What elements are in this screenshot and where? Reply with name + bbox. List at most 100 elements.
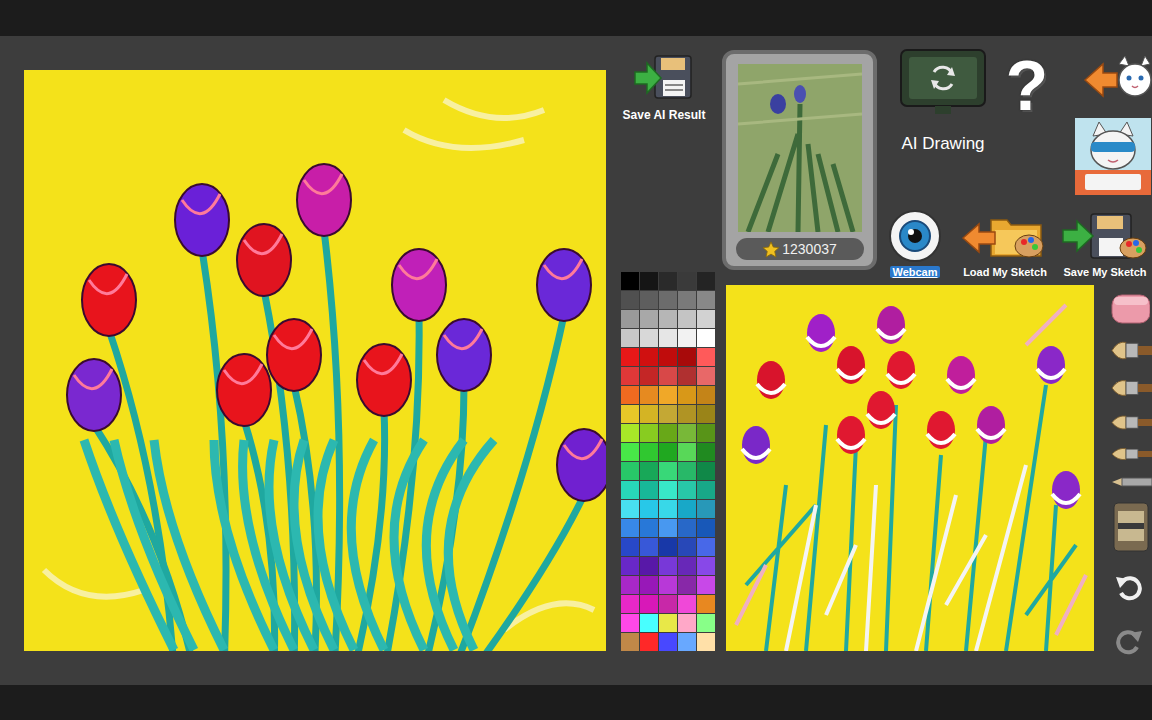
color-swatch[interactable] — [678, 424, 696, 442]
color-swatch[interactable] — [659, 443, 677, 461]
color-swatch[interactable] — [659, 367, 677, 385]
color-swatch[interactable] — [678, 500, 696, 518]
color-swatch[interactable] — [678, 595, 696, 613]
color-swatch[interactable] — [640, 633, 658, 651]
color-swatch[interactable] — [697, 405, 715, 423]
tube-tool[interactable] — [1110, 501, 1150, 553]
color-swatch[interactable] — [621, 291, 639, 309]
color-swatch[interactable] — [697, 367, 715, 385]
color-swatch[interactable] — [621, 557, 639, 575]
webcam-button[interactable]: Webcam — [885, 208, 945, 278]
color-swatch[interactable] — [640, 519, 658, 537]
color-swatch[interactable] — [697, 595, 715, 613]
color-swatch[interactable] — [697, 443, 715, 461]
color-swatch[interactable] — [640, 538, 658, 556]
color-swatch[interactable] — [621, 519, 639, 537]
color-swatch[interactable] — [678, 386, 696, 404]
color-swatch[interactable] — [621, 538, 639, 556]
color-swatch[interactable] — [621, 386, 639, 404]
color-swatch[interactable] — [659, 557, 677, 575]
color-swatch[interactable] — [621, 481, 639, 499]
color-swatch[interactable] — [659, 576, 677, 594]
color-swatch[interactable] — [659, 481, 677, 499]
color-swatch[interactable] — [640, 462, 658, 480]
color-swatch[interactable] — [659, 633, 677, 651]
color-swatch[interactable] — [659, 386, 677, 404]
color-swatch[interactable] — [640, 272, 658, 290]
color-swatch[interactable] — [640, 291, 658, 309]
save-ai-result-button[interactable]: Save AI Result — [612, 48, 716, 122]
help-button[interactable]: ? — [999, 48, 1055, 206]
color-swatch[interactable] — [621, 614, 639, 632]
color-swatch[interactable] — [640, 557, 658, 575]
color-swatch[interactable] — [697, 576, 715, 594]
color-swatch[interactable] — [697, 538, 715, 556]
color-swatch[interactable] — [659, 348, 677, 366]
color-swatch[interactable] — [659, 310, 677, 328]
color-swatch[interactable] — [697, 310, 715, 328]
load-button[interactable]: Load My Sketch — [957, 208, 1053, 278]
color-swatch[interactable] — [640, 500, 658, 518]
color-swatch[interactable] — [678, 557, 696, 575]
color-swatch[interactable] — [697, 500, 715, 518]
color-swatch[interactable] — [640, 367, 658, 385]
color-swatch[interactable] — [697, 291, 715, 309]
color-swatch[interactable] — [678, 329, 696, 347]
color-swatch[interactable] — [640, 386, 658, 404]
color-swatch[interactable] — [678, 348, 696, 366]
color-swatch[interactable] — [678, 367, 696, 385]
color-swatch[interactable] — [621, 500, 639, 518]
color-swatch[interactable] — [678, 443, 696, 461]
color-swatch[interactable] — [621, 405, 639, 423]
color-swatch[interactable] — [678, 614, 696, 632]
color-swatch[interactable] — [640, 481, 658, 499]
color-swatch[interactable] — [678, 310, 696, 328]
color-swatch[interactable] — [659, 519, 677, 537]
pen-tool[interactable] — [1110, 475, 1152, 489]
color-swatch[interactable] — [659, 329, 677, 347]
color-swatch[interactable] — [697, 557, 715, 575]
color-swatch[interactable] — [697, 386, 715, 404]
color-swatch[interactable] — [659, 500, 677, 518]
color-swatch[interactable] — [678, 272, 696, 290]
color-swatch[interactable] — [621, 576, 639, 594]
color-swatch[interactable] — [659, 424, 677, 442]
color-swatch[interactable] — [640, 405, 658, 423]
color-swatch[interactable] — [640, 576, 658, 594]
color-swatch[interactable] — [640, 614, 658, 632]
color-swatch[interactable] — [659, 595, 677, 613]
color-swatch[interactable] — [697, 614, 715, 632]
color-swatch[interactable] — [621, 424, 639, 442]
redo-tool[interactable] — [1114, 627, 1144, 655]
color-swatch[interactable] — [659, 291, 677, 309]
color-swatch[interactable] — [697, 348, 715, 366]
color-swatch[interactable] — [678, 538, 696, 556]
color-swatch[interactable] — [621, 443, 639, 461]
color-swatch[interactable] — [678, 481, 696, 499]
color-swatch[interactable] — [640, 310, 658, 328]
brush-tool[interactable] — [1110, 445, 1152, 463]
color-swatch[interactable] — [621, 272, 639, 290]
color-swatch[interactable] — [678, 519, 696, 537]
color-swatch[interactable] — [640, 424, 658, 442]
color-swatch[interactable] — [640, 329, 658, 347]
reference-thumbnail[interactable]: 1230037 — [722, 50, 877, 270]
color-swatch[interactable] — [697, 519, 715, 537]
eraser-tool[interactable] — [1110, 293, 1150, 325]
brush-tool[interactable] — [1110, 412, 1152, 433]
undo-tool[interactable] — [1114, 573, 1144, 601]
color-swatch[interactable] — [697, 272, 715, 290]
save-button[interactable]: Save My Sketch — [1057, 208, 1152, 278]
color-swatch[interactable] — [697, 481, 715, 499]
brush-tool[interactable] — [1110, 376, 1152, 400]
cat-avatar-icon[interactable] — [1075, 118, 1151, 195]
color-swatch[interactable] — [640, 595, 658, 613]
color-swatch[interactable] — [678, 576, 696, 594]
color-swatch[interactable] — [659, 272, 677, 290]
color-swatch[interactable] — [640, 348, 658, 366]
color-swatch[interactable] — [678, 633, 696, 651]
color-swatch[interactable] — [621, 329, 639, 347]
sketch-canvas[interactable] — [726, 285, 1094, 651]
color-swatch[interactable] — [659, 405, 677, 423]
color-swatch[interactable] — [621, 348, 639, 366]
